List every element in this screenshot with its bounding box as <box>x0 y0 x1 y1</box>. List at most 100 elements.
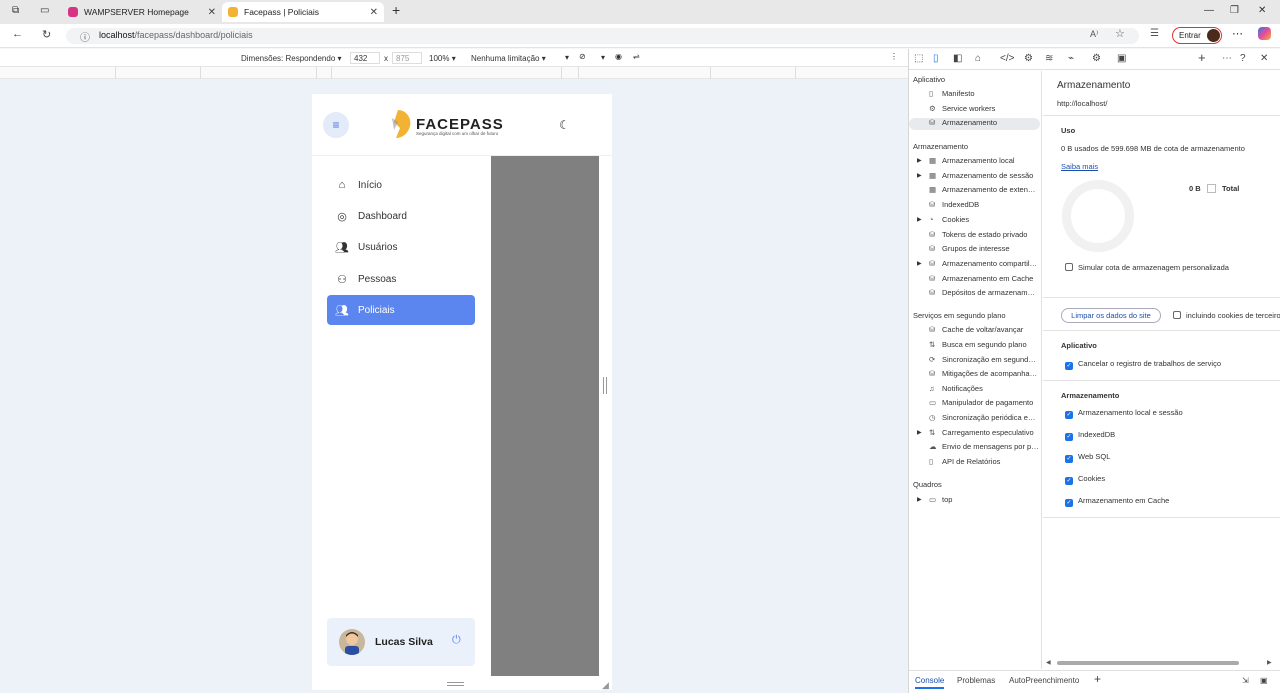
tab-problems[interactable]: Problemas <box>957 676 995 685</box>
tree-item-private-tokens[interactable]: ⛁ Tokens de estado privado <box>929 230 1039 239</box>
tree-item-storage-buckets[interactable]: ⛁ Depósitos de armazenamento <box>929 288 1039 297</box>
height-input[interactable]: 875 <box>392 52 422 64</box>
tree-item-shared-storage[interactable]: ⛁ Armazenamento compartilhado <box>929 259 1039 268</box>
menu-item-dashboard[interactable]: ◎ Dashboard <box>327 201 475 231</box>
menu-item-inicio[interactable]: ⌂ Início <box>327 170 475 200</box>
tree-item-payment-handler[interactable]: ▭ Manipulador de pagamento <box>929 398 1039 407</box>
tree-item-push-messaging[interactable]: ☁ Envio de mensagens por push <box>929 442 1039 451</box>
menu-item-policiais[interactable]: 👥︎ Policiais <box>327 295 475 325</box>
resize-handle-bottom[interactable] <box>447 682 464 686</box>
more-icon[interactable]: ⋮ <box>890 52 898 61</box>
expand-icon[interactable]: ▶ <box>917 429 922 436</box>
tab-console[interactable]: Console <box>915 676 945 689</box>
tree-item-periodic-sync[interactable]: ◷ Sincronização periódica em segundo plan… <box>929 413 1039 422</box>
tree-item-interest-groups[interactable]: ⛁ Grupos de interesse <box>929 244 1039 253</box>
tree-item-local-storage[interactable]: ▦ Armazenamento local <box>929 156 1039 165</box>
dimensions-select[interactable]: Dimensões: Respondendo ▾ <box>241 54 342 63</box>
tree-item-manifest[interactable]: ▯ Manifesto <box>929 89 1039 98</box>
learn-more-link[interactable]: Saiba mais <box>1061 162 1098 171</box>
performance-icon[interactable]: ⌁ <box>1068 53 1074 64</box>
expand-icon[interactable]: ▶ <box>917 216 922 223</box>
save-data-icon[interactable]: ▾ <box>565 53 569 62</box>
expand-icon[interactable]: ▶ <box>917 172 922 179</box>
eye-icon[interactable]: ◉ <box>615 52 622 61</box>
logout-icon[interactable]: ⏻ <box>452 634 461 647</box>
elements-icon[interactable]: </> <box>1000 53 1014 64</box>
tab-actions-icon[interactable]: ▭ <box>40 5 49 16</box>
device-toggle-icon[interactable]: ▯ <box>933 53 939 64</box>
tree-item-indexeddb[interactable]: ⛁ IndexedDB <box>929 200 1039 209</box>
help-icon[interactable]: ? <box>1240 53 1246 64</box>
favorite-star-icon[interactable]: ☆ <box>1115 27 1125 40</box>
more-icon[interactable]: ⋯ <box>1232 27 1243 40</box>
clear-site-data-button[interactable]: Limpar os dados do site <box>1061 308 1161 323</box>
add-tool-icon[interactable]: + <box>1198 50 1206 65</box>
simulate-quota-checkbox[interactable]: Simular cota de armazenagem personalizad… <box>1065 263 1229 272</box>
close-window-button[interactable]: ✕ <box>1258 5 1266 16</box>
menu-item-pessoas[interactable]: ⚇ Pessoas <box>327 264 475 294</box>
scroll-left-icon[interactable]: ◀ <box>1046 659 1051 666</box>
dock-icon[interactable]: ◧ <box>953 53 962 64</box>
tree-item-background-fetch[interactable]: ⇅ Busca em segundo plano <box>929 340 1039 349</box>
expand-icon[interactable]: ▶ <box>917 157 922 164</box>
indexeddb-checkbox[interactable]: ✓ IndexedDB <box>1065 430 1115 441</box>
sensor-icon[interactable]: ⊘ <box>579 52 586 61</box>
application-icon[interactable]: ▣ <box>1117 53 1126 64</box>
close-icon[interactable]: ✕ <box>208 7 216 18</box>
add-drawer-tab-icon[interactable]: + <box>1094 672 1101 686</box>
resize-corner-icon[interactable]: ◢ <box>602 680 609 691</box>
tree-item-reporting-api[interactable]: ▯ API de Relatórios <box>929 457 1039 466</box>
favorites-icon[interactable]: ☰ <box>1150 28 1159 39</box>
theme-toggle-icon[interactable]: ☾ <box>559 118 570 132</box>
scroll-right-icon[interactable]: ▶ <box>1267 659 1272 666</box>
minimize-button[interactable]: — <box>1204 5 1214 16</box>
expand-icon[interactable]: ▶ <box>917 496 922 503</box>
tree-item-notifications[interactable]: ♫ Notificações <box>929 384 1039 393</box>
tree-item-storage[interactable]: ⛁ Armazenamento <box>909 118 1040 130</box>
dropdown-icon[interactable]: ▾ <box>601 53 605 62</box>
back-icon[interactable]: ← <box>12 28 23 40</box>
tree-item-session-storage[interactable]: ▦ Armazenamento de sessão <box>929 171 1039 180</box>
tree-item-bfcache[interactable]: ⛁ Cache de voltar/avançar <box>929 325 1039 334</box>
close-icon[interactable]: ✕ <box>370 7 378 18</box>
local-session-checkbox[interactable]: ✓ Armazenamento local e sessão <box>1065 408 1183 419</box>
new-tab-button[interactable]: + <box>392 2 400 18</box>
inspect-icon[interactable]: ⬚ <box>914 53 923 64</box>
settings-icon[interactable]: ⚙ <box>1092 53 1101 64</box>
tree-item-extension-storage[interactable]: ▦ Armazenamento de extensão <box>929 185 1039 194</box>
resize-handle-right[interactable] <box>603 377 607 394</box>
maximize-button[interactable]: ❐ <box>1230 5 1239 16</box>
avatar[interactable] <box>339 629 365 655</box>
menu-icon[interactable]: ≡ <box>323 112 349 138</box>
tree-item-cookies[interactable]: ◔ Cookies <box>929 215 1039 224</box>
profile-button[interactable]: Entrar <box>1172 27 1222 44</box>
reload-icon[interactable]: ↻ <box>42 28 51 41</box>
tab-wampserver[interactable]: WAMPSERVER Homepage ✕ <box>62 2 222 22</box>
horizontal-scrollbar[interactable] <box>1057 661 1239 665</box>
width-input[interactable]: 432 <box>350 52 380 64</box>
welcome-icon[interactable]: ⌂ <box>975 53 981 64</box>
tree-item-bounce-tracking[interactable]: ⛁ Mitigações de acompanhamento <box>929 369 1039 378</box>
backdrop-overlay[interactable] <box>491 156 599 676</box>
sources-icon[interactable]: ⚙ <box>1024 53 1033 64</box>
rotate-icon[interactable]: ⇌ <box>633 52 640 61</box>
close-drawer-icon[interactable]: ▣ <box>1260 676 1268 685</box>
include-cookies-checkbox[interactable]: incluindo cookies de terceiros <box>1173 311 1280 320</box>
network-icon[interactable]: ≋ <box>1045 53 1053 64</box>
more-icon[interactable]: ⋯ <box>1222 53 1232 64</box>
websql-checkbox[interactable]: ✓ Web SQL <box>1065 452 1110 463</box>
throttle-select[interactable]: Nenhuma limitação ▾ <box>471 54 546 63</box>
info-icon[interactable]: ⓘ <box>80 29 90 44</box>
tree-item-background-sync[interactable]: ⟳ Sincronização em segundo plano <box>929 355 1039 364</box>
read-aloud-icon[interactable]: A⁾ <box>1090 29 1098 40</box>
cookies-checkbox[interactable]: ✓ Cookies <box>1065 474 1105 485</box>
zoom-select[interactable]: 100% ▾ <box>429 54 456 63</box>
tree-item-service-workers[interactable]: ⚙ Service workers <box>929 104 1039 113</box>
tab-autofill[interactable]: AutoPreenchimento <box>1009 676 1079 685</box>
menu-item-usuarios[interactable]: 👥︎ Usuários <box>327 232 475 262</box>
cache-storage-checkbox[interactable]: ✓ Armazenamento em Cache <box>1065 496 1169 507</box>
tab-facepass[interactable]: Facepass | Policiais ✕ <box>222 2 384 22</box>
expand-icon[interactable]: ▶ <box>917 260 922 267</box>
copilot-icon[interactable] <box>1258 27 1271 40</box>
workspaces-icon[interactable]: ⧉ <box>12 5 19 16</box>
